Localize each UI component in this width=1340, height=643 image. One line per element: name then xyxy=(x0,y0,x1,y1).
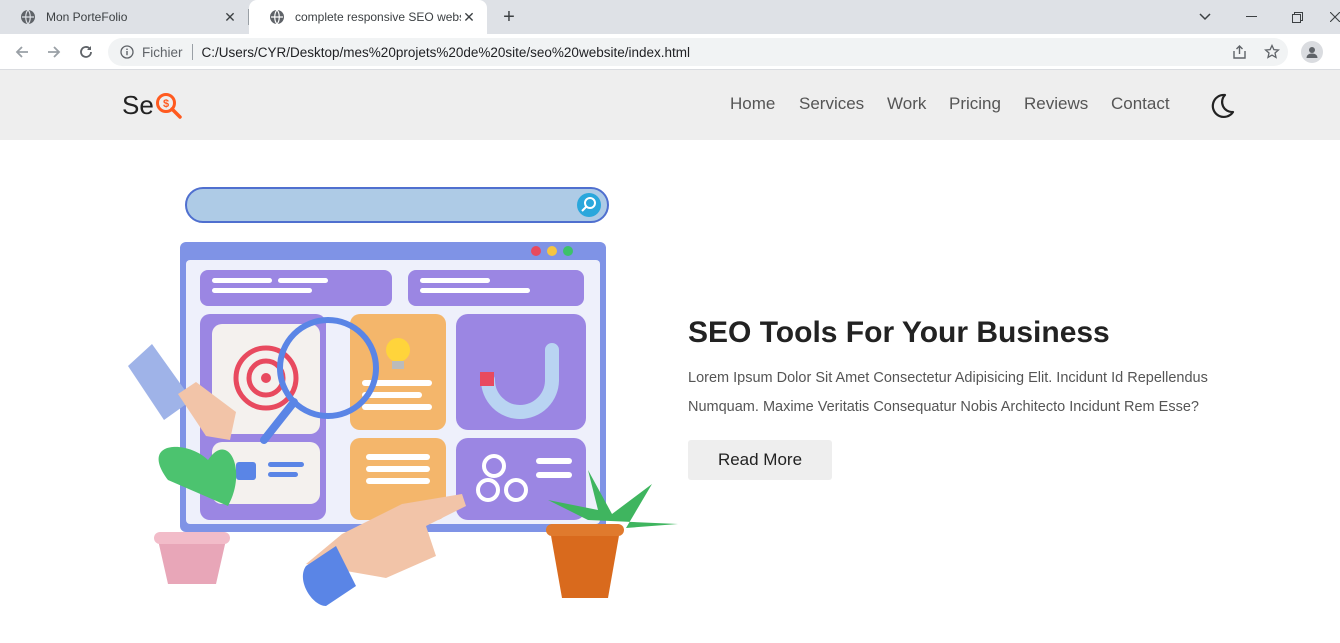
site-logo[interactable]: Se $ xyxy=(122,90,183,121)
forward-arrow-icon xyxy=(48,46,61,58)
nav-services[interactable]: Services xyxy=(799,94,864,114)
close-window-button[interactable] xyxy=(1316,0,1340,34)
browser-tab-active[interactable]: complete responsive SEO website ✕ xyxy=(249,0,487,34)
close-tab-icon[interactable]: ✕ xyxy=(461,9,477,25)
nav-work[interactable]: Work xyxy=(887,94,926,114)
back-arrow-icon xyxy=(15,46,28,58)
minimize-button[interactable] xyxy=(1228,0,1274,34)
hero-content: SEO Tools For Your Business Lorem Ipsum … xyxy=(688,316,1248,480)
nav-pricing[interactable]: Pricing xyxy=(949,94,1001,114)
dark-mode-moon-icon[interactable] xyxy=(1208,92,1236,120)
magnifier-dollar-icon: $ xyxy=(155,92,182,119)
nav-contact[interactable]: Contact xyxy=(1111,94,1170,114)
svg-text:$: $ xyxy=(163,98,169,110)
reload-button[interactable] xyxy=(75,41,97,63)
new-tab-button[interactable]: + xyxy=(498,7,520,29)
tab-title: complete responsive SEO website xyxy=(295,10,461,24)
share-button[interactable] xyxy=(1228,41,1250,63)
share-icon xyxy=(1232,44,1246,59)
browser-toolbar: Fichier C:/Users/CYR/Desktop/mes%20proje… xyxy=(0,34,1340,70)
hero-description-line: Numquam. Maxime Veritatis Consequatur No… xyxy=(688,399,1199,415)
hero-description: Lorem Ipsum Dolor Sit Amet Consectetur A… xyxy=(688,364,1248,422)
hero-description-line: Lorem Ipsum Dolor Sit Amet Consectetur A… xyxy=(688,370,1208,386)
logo-text: Se xyxy=(122,90,154,120)
browser-tab[interactable]: Mon PorteFolio ✕ xyxy=(0,0,248,34)
close-tab-icon[interactable]: ✕ xyxy=(222,9,238,25)
address-url[interactable]: C:/Users/CYR/Desktop/mes%20projets%20de%… xyxy=(202,45,690,60)
tab-search-chevron-icon[interactable] xyxy=(1182,0,1228,34)
address-scheme-label: Fichier xyxy=(142,44,183,60)
seo-illustration xyxy=(128,187,678,606)
tab-title: Mon PorteFolio xyxy=(46,10,128,24)
nav-reviews[interactable]: Reviews xyxy=(1024,94,1088,114)
reload-icon xyxy=(80,46,92,58)
restore-button[interactable] xyxy=(1274,0,1320,34)
info-icon[interactable] xyxy=(120,45,134,59)
bookmark-button[interactable] xyxy=(1261,41,1283,63)
profile-avatar-icon[interactable] xyxy=(1301,41,1323,63)
browser-tab-bar: Mon PorteFolio ✕ complete responsive SEO… xyxy=(0,0,1340,34)
back-button[interactable] xyxy=(11,41,33,63)
forward-button[interactable] xyxy=(43,41,65,63)
site-header: Se $ Home Services Work Pricing Reviews … xyxy=(0,70,1340,140)
star-icon xyxy=(1264,44,1280,59)
hero-title: SEO Tools For Your Business xyxy=(688,316,1110,349)
globe-icon xyxy=(21,9,35,25)
globe-icon xyxy=(270,9,284,25)
nav-home[interactable]: Home xyxy=(730,94,775,114)
address-separator xyxy=(191,44,193,60)
address-bar[interactable]: Fichier C:/Users/CYR/Desktop/mes%20proje… xyxy=(108,38,1288,66)
read-more-button[interactable]: Read More xyxy=(688,440,832,480)
